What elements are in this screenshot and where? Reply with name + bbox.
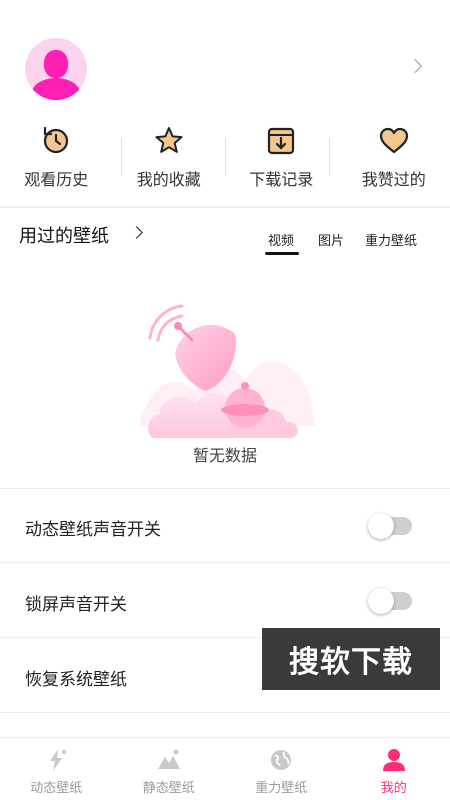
nav-label: 静态壁纸 (142, 781, 195, 796)
quick-downloads-label: 下载记录 (249, 170, 314, 189)
separator (329, 138, 330, 176)
tab-gravity[interactable]: 重力壁纸 (365, 230, 417, 249)
toggle-knob (368, 588, 394, 614)
tab-image[interactable]: 图片 (318, 230, 344, 249)
chevron-right-icon[interactable] (407, 58, 423, 74)
quick-downloads[interactable]: 下载记录 (225, 118, 338, 206)
nav-label: 我的 (380, 781, 407, 796)
quick-liked-label: 我赞过的 (361, 170, 426, 189)
avatar-body (32, 78, 80, 100)
bottom-navigation: 动态壁纸 静态壁纸 重力壁纸 我的 (0, 737, 450, 800)
watermark-overlay: 搜软下载 (262, 628, 440, 690)
divider (0, 562, 450, 563)
quick-favorites-label: 我的收藏 (136, 170, 201, 189)
toggle-knob (368, 513, 394, 539)
nav-mine[interactable]: 我的 (338, 738, 450, 800)
avatar[interactable] (25, 38, 87, 100)
nav-label: 动态壁纸 (30, 781, 83, 796)
separator (225, 138, 226, 176)
active-tab-indicator (265, 252, 299, 255)
dynamic-wallpaper-icon (50, 749, 67, 771)
empty-state-illustration (140, 304, 315, 438)
globe-icon (271, 750, 292, 770)
setting-label: 动态壁纸声音开关 (25, 520, 161, 540)
restore-system-wallpaper[interactable]: 恢复系统壁纸 (25, 665, 127, 690)
history-icon (44, 126, 69, 154)
empty-state-text: 暂无数据 (192, 446, 257, 465)
nav-dynamic-wallpaper[interactable]: 动态壁纸 (0, 738, 113, 800)
dynamic-sound-toggle[interactable] (368, 513, 412, 539)
star-icon (155, 127, 183, 153)
nav-gravity-wallpaper[interactable]: 重力壁纸 (225, 738, 338, 800)
setting-label: 锁屏声音开关 (25, 595, 127, 615)
quick-history-label: 观看历史 (24, 170, 89, 189)
nav-label: 重力壁纸 (255, 781, 308, 796)
nav-static-wallpaper[interactable]: 静态壁纸 (113, 738, 226, 800)
separator (121, 138, 122, 176)
quick-favorites[interactable]: 我的收藏 (113, 118, 226, 206)
watermark-text: 搜软下载 (289, 645, 413, 680)
heart-icon (379, 127, 408, 154)
quick-liked[interactable]: 我赞过的 (338, 118, 450, 206)
profile-header[interactable] (0, 0, 450, 118)
divider (0, 488, 450, 489)
divider (0, 712, 450, 713)
mountain-icon (157, 749, 180, 769)
avatar-head (44, 50, 68, 78)
section-divider (0, 206, 450, 208)
download-box-icon (268, 127, 295, 155)
quick-history[interactable]: 观看历史 (0, 118, 113, 206)
chevron-right-icon[interactable] (130, 226, 143, 239)
lockscreen-sound-toggle[interactable] (368, 588, 412, 614)
used-wallpapers-title[interactable]: 用过的壁纸 (19, 222, 109, 248)
tab-video[interactable]: 视频 (268, 230, 294, 249)
person-icon (382, 749, 405, 771)
